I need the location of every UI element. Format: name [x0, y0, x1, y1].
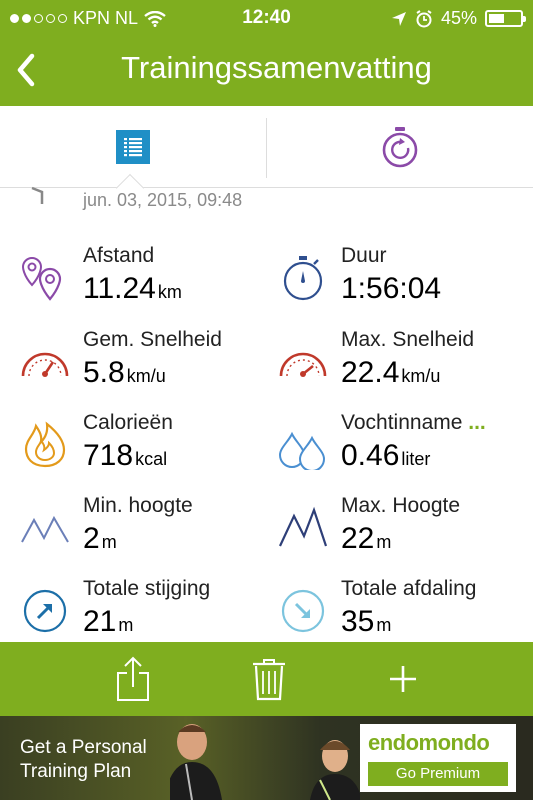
workout-sport-icon: [31, 186, 44, 204]
ad-brand-box: endomondo Go Premium: [360, 724, 516, 792]
share-icon: [117, 656, 149, 701]
stat-value: 0.46 liter: [341, 439, 431, 472]
stat-value: 718 kcal: [83, 439, 168, 472]
tab-bar: [0, 106, 533, 188]
ascent-arrow-icon: [17, 583, 73, 639]
endomondo-logo: endomondo: [368, 730, 490, 755]
more-indicator: ...: [468, 411, 486, 434]
battery-percent: 45%: [440, 8, 477, 28]
trash-icon: [253, 659, 285, 701]
add-button[interactable]: [378, 654, 428, 704]
stat-duration: Duur 1:56:04: [275, 244, 525, 322]
stat-calories: Calorieën 718 kcal: [17, 411, 267, 489]
flame-icon: [17, 417, 73, 473]
ad-athletes-image: [170, 724, 360, 800]
plus-icon: [390, 666, 416, 692]
stat-label: Calorieën: [83, 411, 173, 434]
stat-max-speed: Max. Snelheid 22.4 km/u: [275, 328, 525, 406]
workout-date: jun. 03, 2015, 09:48: [83, 190, 243, 210]
nav-header: Trainingssamenvatting: [0, 36, 533, 106]
stat-value: 2m: [83, 522, 117, 555]
share-button[interactable]: [108, 654, 158, 704]
stat-min-altitude: Min. hoogte 2m: [17, 494, 267, 572]
location-pins-icon: [17, 250, 73, 306]
location-arrow-icon: [391, 11, 406, 26]
stopwatch-refresh-icon: [382, 127, 418, 168]
stat-value: 22 m: [341, 522, 392, 555]
status-bar: KPN NL 12:40 45%: [0, 0, 533, 36]
mountain-low-icon: [17, 500, 73, 556]
water-drops-icon: [275, 417, 331, 473]
stat-value: 5.8 km/u: [83, 356, 166, 389]
list-icon: [116, 130, 150, 164]
delete-button[interactable]: [244, 654, 294, 704]
status-right: 45%: [391, 8, 526, 29]
stat-value: 21 m: [83, 605, 134, 638]
stat-label: Min. hoogte: [83, 494, 193, 517]
stat-label: Afstand: [83, 244, 155, 267]
stat-distance: Afstand 11.24 km: [17, 244, 267, 322]
alarm-icon: [416, 9, 432, 27]
speedometer-icon: [17, 334, 73, 390]
stat-max-altitude: Max. Hoogte 22 m: [275, 494, 525, 572]
stat-value: 22.4 km/u: [341, 356, 441, 389]
stat-value: 11.24 km: [83, 272, 182, 305]
stat-value: 1:56:04: [341, 272, 442, 305]
stat-label: Gem. Snelheid: [83, 328, 222, 351]
page-title: Trainingssamenvatting: [121, 50, 432, 85]
tab-laps[interactable]: [267, 106, 533, 188]
ad-text: Get a Personal Training Plan: [20, 737, 147, 782]
ad-banner[interactable]: Get a Personal Training Plan endomondo G…: [0, 716, 533, 800]
back-chevron-icon[interactable]: [10, 50, 44, 90]
battery-icon: [485, 10, 526, 27]
stat-value: 35 m: [341, 605, 392, 638]
speedometer-icon: [275, 334, 331, 390]
stat-label: Max. Snelheid: [341, 328, 475, 351]
stat-label: Totale stijging: [83, 577, 211, 600]
stat-label: Duur: [341, 244, 387, 267]
stat-label: Totale afdaling: [341, 577, 477, 600]
descent-arrow-icon: [275, 583, 331, 639]
stat-avg-speed: Gem. Snelheid 5.8 km/u: [17, 328, 267, 406]
bottom-toolbar: [0, 642, 533, 716]
stat-label: Vochtinname ...: [341, 411, 486, 434]
stopwatch-icon: [275, 250, 331, 306]
stat-hydration[interactable]: Vochtinname ... 0.46 liter: [275, 411, 525, 489]
top-bar: KPN NL 12:40 45% Trainingssamenvatting: [0, 0, 533, 106]
stat-label: Max. Hoogte: [341, 494, 461, 517]
go-premium-button[interactable]: Go Premium: [368, 762, 508, 786]
mountain-high-icon: [275, 500, 331, 556]
tab-summary[interactable]: [0, 106, 266, 188]
